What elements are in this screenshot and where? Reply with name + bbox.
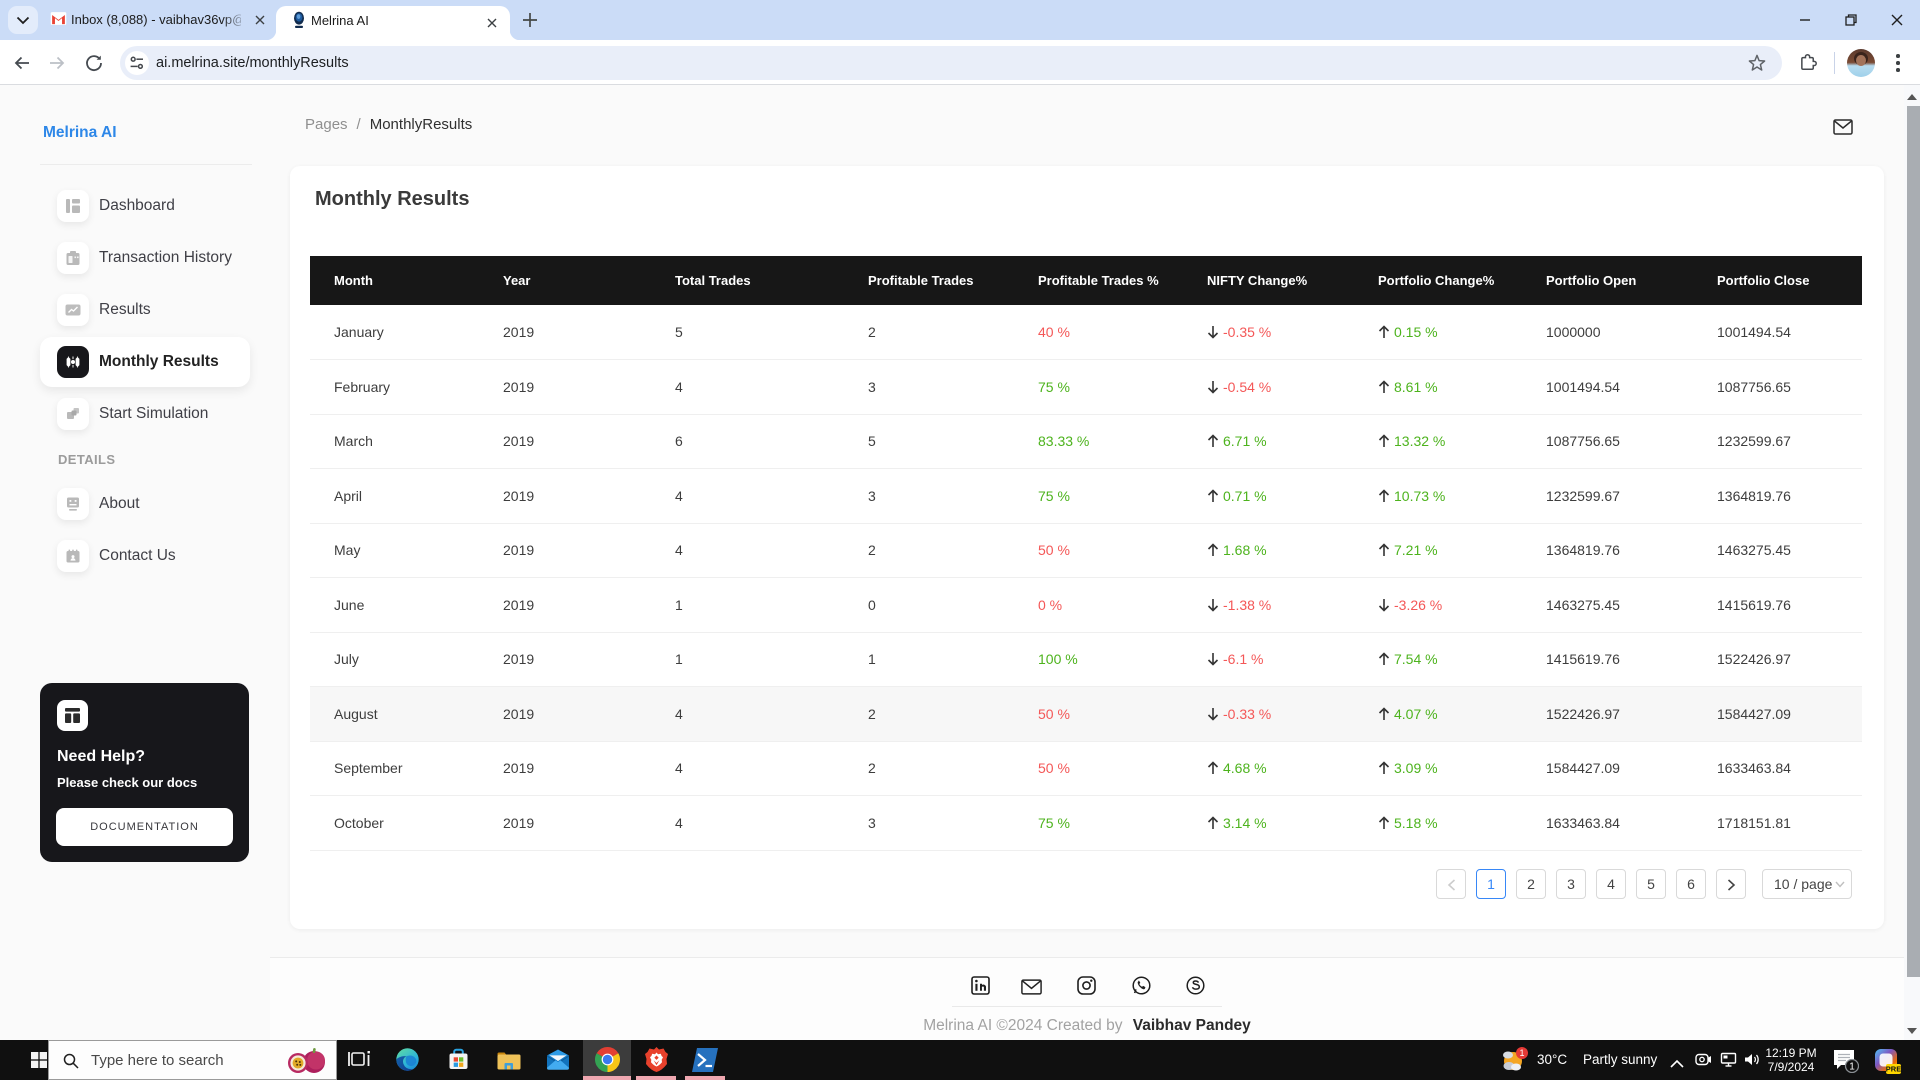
svg-text:PRE: PRE xyxy=(1886,1065,1901,1074)
svg-text:1: 1 xyxy=(1519,1048,1524,1058)
svg-text:1: 1 xyxy=(1849,1062,1855,1073)
